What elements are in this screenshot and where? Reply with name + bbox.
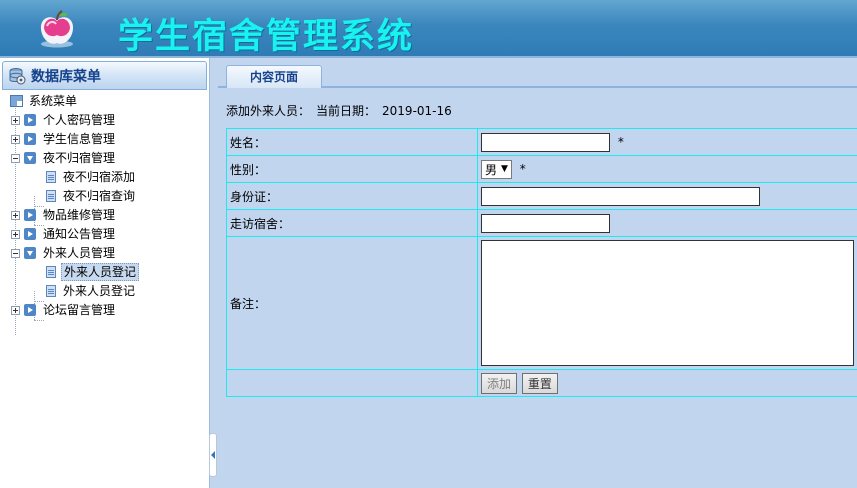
page-icon: [46, 266, 56, 278]
menu-item-night-absence-add[interactable]: 夜不归宿添加: [46, 168, 137, 186]
dorm-label: 走访宿舍：: [226, 209, 478, 237]
gender-selected-value: 男: [485, 162, 498, 177]
date-label: 当前日期：: [316, 104, 377, 118]
remark-label: 备注：: [226, 236, 478, 370]
menu-item-night-absence[interactable]: 夜不归宿管理: [11, 149, 117, 167]
menu-item-label: 个人密码管理: [43, 113, 116, 127]
tab-bar: 内容页面: [218, 58, 857, 88]
menu-item-label: 外来人员登记: [63, 284, 136, 298]
folder-icon: [24, 209, 36, 221]
menu-item-visitors[interactable]: 外来人员管理: [11, 244, 117, 262]
menu-item-password[interactable]: 个人密码管理: [11, 111, 117, 129]
remark-textarea[interactable]: [481, 240, 854, 366]
visitor-form: 姓名： * 性别： 男 ▼ * 身份证： 走访宿舍： 备注： 添加 重置: [226, 128, 857, 397]
menu-item-visitor-register-selected[interactable]: 外来人员登记: [46, 263, 140, 281]
required-mark: *: [617, 134, 624, 149]
menu-item-label: 物品维修管理: [43, 208, 116, 222]
expand-icon[interactable]: [11, 210, 20, 220]
name-cell: *: [477, 128, 857, 156]
main-content: 添加外来人员： 当前日期： 2019-01-16 姓名： * 性别： 男 ▼ * 身…: [218, 90, 857, 488]
add-button[interactable]: 添加: [481, 372, 518, 394]
sidebar-title: 数据库菜单: [31, 68, 101, 85]
gender-select[interactable]: 男 ▼: [481, 159, 512, 179]
collapse-icon[interactable]: [11, 248, 20, 258]
sidebar: 数据库菜单 系统菜单 个人密码管理 学生信息管理 夜不归宿管理 夜不归宿添加 夜…: [0, 58, 210, 488]
menu-item-student-info[interactable]: 学生信息管理: [11, 130, 117, 148]
menu-item-label: 外来人员管理: [43, 246, 116, 260]
menu-item-label: 通知公告管理: [43, 227, 116, 241]
system-menu-icon: [10, 95, 23, 107]
form-row-buttons: 添加 重置: [226, 369, 857, 397]
folder-icon: [24, 304, 36, 316]
app-title: 学生宿舍管理系统: [118, 16, 415, 57]
menu-item-night-absence-query[interactable]: 夜不归宿查询: [46, 187, 137, 205]
app-header: 学生宿舍管理系统: [0, 0, 857, 58]
menu-item-label: 夜不归宿管理: [43, 151, 116, 165]
gender-label: 性别：: [226, 155, 478, 183]
page-icon: [46, 171, 56, 183]
page-icon: [46, 190, 56, 202]
menu-item-label: 夜不归宿添加: [63, 170, 136, 184]
form-row-dorm: 走访宿舍：: [226, 209, 857, 237]
menu-item-visitor-register[interactable]: 外来人员登记: [46, 282, 137, 300]
remark-cell: [477, 236, 857, 370]
tab-content-page[interactable]: 内容页面: [226, 65, 322, 88]
menu-item-label: 论坛留言管理: [43, 303, 116, 317]
folder-open-icon: [24, 247, 36, 259]
required-mark: *: [519, 161, 526, 176]
dorm-cell: [477, 209, 857, 237]
form-row-gender: 性别： 男 ▼ *: [226, 155, 857, 183]
dropdown-arrow-icon: ▼: [501, 164, 508, 174]
database-menu-icon: [9, 67, 26, 84]
dorm-input[interactable]: [481, 213, 610, 233]
sidebar-header: 数据库菜单: [2, 61, 207, 90]
menu-item-notice[interactable]: 通知公告管理: [11, 225, 117, 243]
empty-cell: [226, 369, 478, 397]
current-date: 2019-01-16: [382, 104, 452, 118]
expand-icon[interactable]: [11, 305, 20, 315]
idcard-input[interactable]: [481, 186, 760, 206]
tree-root-label: 系统菜单: [29, 94, 78, 108]
reset-button[interactable]: 重置: [521, 372, 558, 394]
expand-icon[interactable]: [11, 134, 20, 144]
tree-root[interactable]: 系统菜单: [10, 92, 79, 110]
folder-open-icon: [24, 152, 36, 164]
sidebar-collapse-handle[interactable]: [209, 433, 217, 477]
collapse-icon[interactable]: [11, 153, 20, 163]
name-label: 姓名：: [226, 128, 478, 156]
menu-item-forum[interactable]: 论坛留言管理: [11, 301, 117, 319]
menu-item-label: 夜不归宿查询: [63, 189, 136, 203]
menu-item-label: 外来人员登记: [61, 263, 140, 281]
expand-icon[interactable]: [11, 229, 20, 239]
idcard-label: 身份证：: [226, 182, 478, 210]
folder-icon: [24, 114, 36, 126]
page-subtitle: 添加外来人员： 当前日期： 2019-01-16: [226, 102, 458, 119]
gender-cell: 男 ▼ *: [477, 155, 857, 183]
menu-item-repair[interactable]: 物品维修管理: [11, 206, 117, 224]
idcard-cell: [477, 182, 857, 210]
name-input[interactable]: [481, 132, 610, 152]
apple-logo-icon: [40, 10, 74, 48]
folder-icon: [24, 228, 36, 240]
expand-icon[interactable]: [11, 115, 20, 125]
buttons-cell: 添加 重置: [477, 369, 857, 397]
form-row-name: 姓名： *: [226, 128, 857, 156]
folder-icon: [24, 133, 36, 145]
form-row-remark: 备注：: [226, 236, 857, 370]
page-heading: 添加外来人员：: [226, 104, 311, 118]
menu-item-label: 学生信息管理: [43, 132, 116, 146]
form-row-idcard: 身份证：: [226, 182, 857, 210]
page-icon: [46, 285, 56, 297]
